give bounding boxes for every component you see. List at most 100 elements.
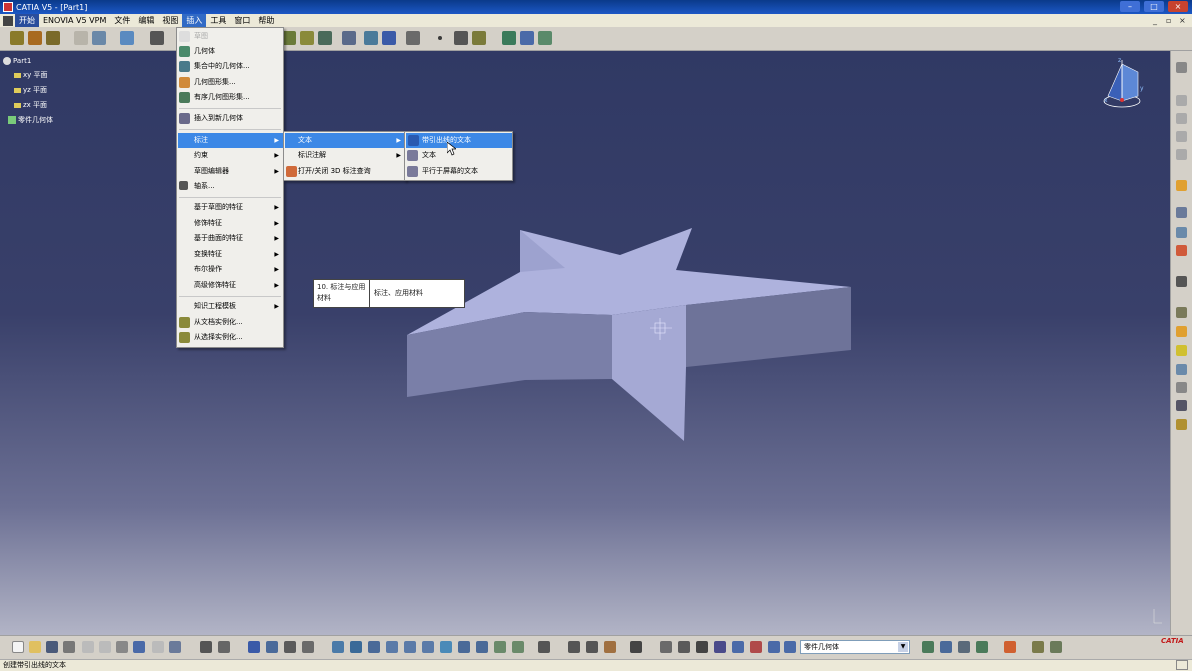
select-icon[interactable] xyxy=(1176,180,1187,191)
view-icon[interactable] xyxy=(1176,149,1187,160)
open-file-icon[interactable] xyxy=(29,641,41,653)
section-icon[interactable] xyxy=(1176,382,1187,393)
menu-item-body-in-set[interactable]: 集合中的几何体... xyxy=(177,59,283,74)
print-icon[interactable] xyxy=(63,641,75,653)
table-icon[interactable] xyxy=(248,641,260,653)
thickness-icon[interactable] xyxy=(318,31,332,45)
menu-item-knowledge-templates[interactable]: 知识工程模板 ▶ xyxy=(177,299,283,314)
instantiate-icon[interactable] xyxy=(958,641,970,653)
sketch-icon[interactable] xyxy=(74,31,88,45)
edge-fillet-icon[interactable] xyxy=(150,31,164,45)
fly-mode-icon[interactable] xyxy=(332,641,344,653)
plane-icon[interactable] xyxy=(120,31,134,45)
menu-item-text-with-leader[interactable]: 带引出线的文本 xyxy=(406,133,512,148)
render-icon[interactable] xyxy=(1176,326,1187,337)
tree-item-zx-plane[interactable]: zx 平面 xyxy=(14,100,47,110)
grid-icon[interactable] xyxy=(714,641,726,653)
shading-icon[interactable] xyxy=(1176,307,1187,318)
menu-item-axis-system[interactable]: 轴系... xyxy=(177,179,283,194)
menu-item-advanced-dress-up-features[interactable]: 高级修饰特征 ▶ xyxy=(177,278,283,293)
menu-item-sketch-based-features[interactable]: 基于草图的特征 ▶ xyxy=(177,200,283,215)
menu-item-body[interactable]: 几何体 xyxy=(177,44,283,59)
cut-icon[interactable] xyxy=(82,641,94,653)
knowledge-icon[interactable] xyxy=(922,641,934,653)
close-button[interactable]: × xyxy=(1168,1,1188,12)
pan-icon[interactable] xyxy=(368,641,380,653)
analysis-icon[interactable] xyxy=(284,641,296,653)
mdi-restore-button[interactable]: ▫ xyxy=(1166,16,1175,25)
command-input[interactable] xyxy=(1176,660,1188,670)
compass-icon[interactable] xyxy=(1103,60,1141,108)
shell-icon[interactable] xyxy=(300,31,314,45)
view-icon[interactable] xyxy=(1176,95,1187,106)
document-icon[interactable] xyxy=(3,15,13,26)
bottle-icon[interactable] xyxy=(604,641,616,653)
update-icon[interactable] xyxy=(538,641,550,653)
zoom-in-icon[interactable] xyxy=(404,641,416,653)
scale-icon[interactable] xyxy=(406,31,420,45)
point-icon[interactable] xyxy=(438,36,442,40)
comment-icon[interactable] xyxy=(218,641,230,653)
axis-system-icon[interactable] xyxy=(696,641,708,653)
measure-icon[interactable] xyxy=(520,31,534,45)
target-icon[interactable] xyxy=(1176,400,1187,411)
current-body-select[interactable]: 零件几何体 ▼ xyxy=(800,640,910,654)
save-icon[interactable] xyxy=(46,641,58,653)
measure-between-icon[interactable] xyxy=(1050,641,1062,653)
view-icon[interactable] xyxy=(1176,131,1187,142)
mdi-minimize-button[interactable]: _ xyxy=(1153,16,1162,25)
fit-all-icon[interactable] xyxy=(350,641,362,653)
tree-root-part1[interactable]: Part1 xyxy=(3,56,31,66)
gear-icon[interactable] xyxy=(1176,62,1187,73)
lock-icon[interactable] xyxy=(586,641,598,653)
constraint-icon[interactable] xyxy=(568,641,580,653)
reuse-icon[interactable] xyxy=(976,641,988,653)
menu-item-sketch-editor[interactable]: 草图编辑器 ▶ xyxy=(177,164,283,179)
menu-item-dress-up-features[interactable]: 修饰特征 ▶ xyxy=(177,216,283,231)
menu-item-instantiate-from-selection[interactable]: 从选择实例化... xyxy=(177,330,283,345)
edit-icon[interactable] xyxy=(1176,276,1187,287)
menu-item-flag-note[interactable]: 标识注解 ▶ xyxy=(284,148,405,163)
menu-start[interactable]: 开始 xyxy=(15,14,39,27)
apply-material-icon[interactable] xyxy=(502,31,516,45)
minimize-button[interactable]: – xyxy=(1120,1,1140,12)
3d-support-icon[interactable] xyxy=(732,641,744,653)
link-icon[interactable] xyxy=(660,641,672,653)
annotation-icon[interactable] xyxy=(538,31,552,45)
exit-sketch-icon[interactable] xyxy=(92,31,106,45)
undo-icon[interactable] xyxy=(133,641,145,653)
pattern-icon[interactable] xyxy=(382,31,396,45)
sketch-tool-icon[interactable] xyxy=(1176,207,1187,218)
help-icon[interactable] xyxy=(169,641,181,653)
sketch-analysis-icon[interactable] xyxy=(750,641,762,653)
draft-icon[interactable] xyxy=(282,31,296,45)
menu-item-instantiate-from-document[interactable]: 从文档实例化... xyxy=(177,315,283,330)
camera-icon[interactable] xyxy=(630,641,642,653)
menu-item-text-parallel-to-screen[interactable]: 平行于屏幕的文本 xyxy=(405,164,512,179)
menu-item-text[interactable]: 文本 ▶ xyxy=(285,133,405,148)
formula-icon[interactable] xyxy=(200,641,212,653)
search-icon[interactable] xyxy=(1176,227,1187,238)
normal-view-icon[interactable] xyxy=(440,641,452,653)
lighting-icon[interactable] xyxy=(1176,364,1187,375)
menu-edit[interactable]: 编辑 xyxy=(134,14,158,27)
menu-file[interactable]: 文件 xyxy=(110,14,134,27)
publish-icon[interactable] xyxy=(940,641,952,653)
body-icon[interactable] xyxy=(784,641,796,653)
hand-icon[interactable] xyxy=(678,641,690,653)
plane-ref-icon[interactable] xyxy=(472,31,486,45)
layer-icon[interactable] xyxy=(768,641,780,653)
tree-item-yz-plane[interactable]: yz 平面 xyxy=(14,85,47,95)
navigation-icon[interactable] xyxy=(266,641,278,653)
hide-show-icon[interactable] xyxy=(494,641,506,653)
menu-view[interactable]: 视图 xyxy=(158,14,182,27)
mirror-icon[interactable] xyxy=(364,31,378,45)
view-icon[interactable] xyxy=(1176,113,1187,124)
new-file-icon[interactable] xyxy=(12,641,24,653)
rotate-icon[interactable] xyxy=(386,641,398,653)
render-style-icon[interactable] xyxy=(476,641,488,653)
menu-item-toggle-3d-annotation-query[interactable]: 打开/关闭 3D 标注查询 xyxy=(284,164,405,179)
translate-icon[interactable] xyxy=(342,31,356,45)
apply-icon[interactable] xyxy=(1176,419,1187,430)
menu-enovia[interactable]: ENOVIA V5 VPM xyxy=(39,14,110,27)
